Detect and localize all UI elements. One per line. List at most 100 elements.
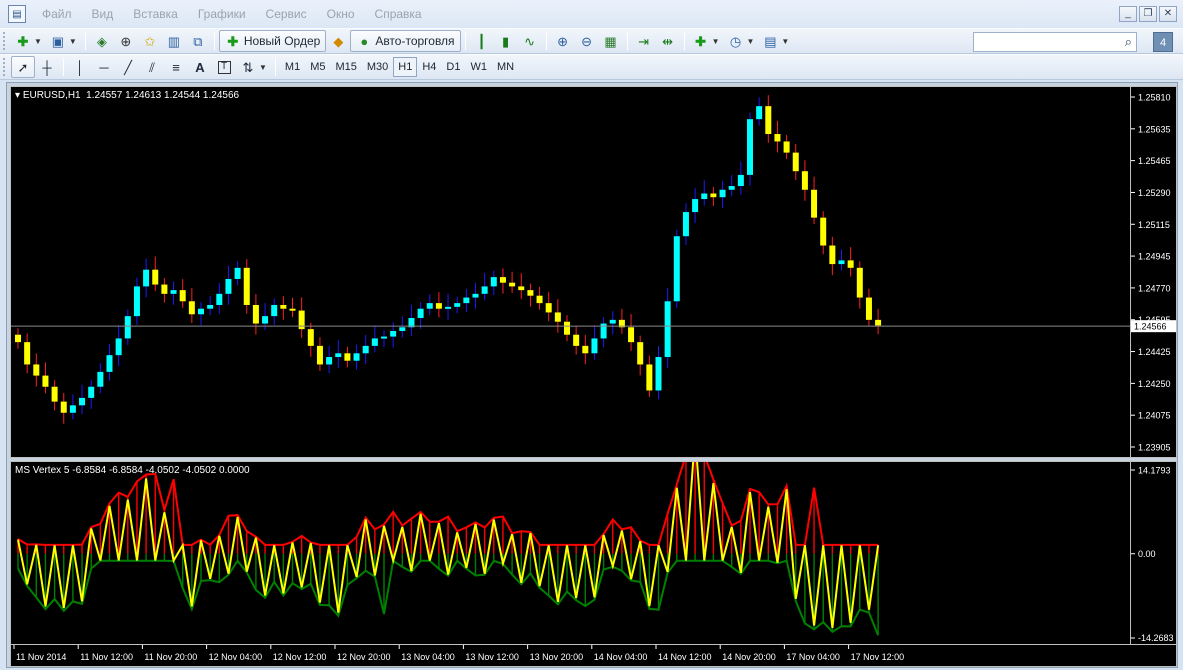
trendline-button[interactable]: ╱: [116, 56, 140, 78]
minimize-button[interactable]: _: [1119, 6, 1137, 22]
candle-body: [390, 331, 397, 337]
menu-help[interactable]: Справка: [365, 7, 432, 21]
candle-body: [15, 334, 21, 343]
symbol-info-label: ▾ EURUSD,H1 1.24557 1.24613 1.24544 1.24…: [15, 90, 240, 101]
timeframe-m5[interactable]: M5: [305, 57, 330, 77]
autotrading-button[interactable]: ● Авто-торговля: [350, 30, 461, 52]
drawing-toolbar: ➚ ┼ │ ─ ╱ ⫽ ≡ A T ⇅ ▼ M1 M5 M15 M30 H1 H4…: [0, 54, 1183, 80]
candle-body: [426, 303, 433, 309]
price-scale[interactable]: 1.25810 1.25635 1.25465 1.25290 1.25115 1.249…: [1131, 86, 1177, 458]
navigator-button[interactable]: ✩: [138, 30, 162, 52]
candle-body: [756, 106, 763, 120]
timeframe-h1[interactable]: H1: [393, 57, 418, 77]
candle-body: [435, 303, 442, 309]
price-tick-label: 1.24945: [1138, 252, 1171, 262]
menu-window[interactable]: Окно: [317, 7, 365, 21]
candle-body: [783, 141, 790, 153]
timeframe-h4[interactable]: H4: [417, 57, 441, 77]
toolbar-grip[interactable]: [3, 32, 7, 50]
restore-button[interactable]: ❐: [1139, 6, 1157, 22]
text-label-button[interactable]: T: [212, 56, 236, 78]
indicator-chart[interactable]: [11, 425, 1130, 644]
timeframe-mn[interactable]: MN: [492, 57, 519, 77]
periods-button[interactable]: ◷ ▼: [723, 30, 758, 52]
channel-icon: ⫽: [149, 59, 155, 75]
candle-body: [188, 301, 195, 315]
time-tick-label: 11 Nov 2014: [16, 652, 66, 662]
search-icon: ⌕: [1124, 34, 1132, 49]
indicator-scale[interactable]: 14.1793 0.00 -14.2683: [1131, 461, 1177, 645]
text-tool-button[interactable]: A: [188, 56, 212, 78]
autotrading-icon: ●: [360, 33, 369, 49]
menu-tools[interactable]: Сервис: [256, 7, 317, 21]
terminal-button[interactable]: ▥: [162, 30, 186, 52]
chart-shift-icon: ⇹: [662, 33, 674, 49]
zoom-in-button[interactable]: ⊕: [551, 30, 575, 52]
close-button[interactable]: ✕: [1159, 6, 1177, 22]
line-chart-button[interactable]: ∿: [518, 30, 542, 52]
candle-body: [252, 304, 259, 324]
cursor-icon: ➚: [17, 59, 29, 75]
price-chart-pane[interactable]: ▾ EURUSD,H1 1.24557 1.24613 1.24544 1.24…: [10, 86, 1131, 458]
templates-button[interactable]: ▤ ▼: [758, 30, 793, 52]
indicators-button[interactable]: ✚ ▼: [689, 30, 724, 52]
menu-view[interactable]: Вид: [82, 7, 124, 21]
time-tick-label: 12 Nov 04:00: [209, 652, 263, 662]
chart-shift-button[interactable]: ⇹: [656, 30, 680, 52]
candle-body: [554, 312, 561, 322]
data-window-button[interactable]: ⊕: [114, 30, 138, 52]
candle-body: [170, 290, 177, 294]
menu-insert[interactable]: Вставка: [123, 7, 188, 21]
strategy-tester-button[interactable]: ⧉: [186, 30, 210, 52]
candle-body: [143, 269, 150, 287]
zoom-out-button[interactable]: ⊖: [575, 30, 599, 52]
tile-windows-button[interactable]: ▦: [599, 30, 623, 52]
timeframe-m30[interactable]: M30: [362, 57, 393, 77]
timeframe-d1[interactable]: D1: [441, 57, 465, 77]
menu-charts[interactable]: Графики: [188, 7, 256, 21]
candle-body: [216, 293, 223, 305]
indicator-scale-svg: 14.1793 0.00 -14.2683: [1131, 466, 1174, 643]
candle-body: [353, 353, 360, 361]
timeframe-m15[interactable]: M15: [330, 57, 361, 77]
candle-body: [499, 277, 506, 283]
candle-body: [344, 353, 351, 361]
equidistant-channel-button[interactable]: ⫽: [140, 56, 164, 78]
vertical-line-button[interactable]: │: [68, 56, 92, 78]
toolbar-grip[interactable]: [3, 58, 7, 76]
app-icon[interactable]: ▤: [8, 5, 26, 23]
profiles-button[interactable]: ▣ ▼: [46, 30, 81, 52]
market-watch-button[interactable]: ◈: [90, 30, 114, 52]
indicator-pane[interactable]: MS Vertex 5 -6.8584 -6.8584 -4.0502 -4.0…: [10, 425, 1131, 645]
price-tick-label: 1.24075: [1138, 411, 1171, 421]
bar-chart-button[interactable]: ┃: [470, 30, 494, 52]
notification-badge[interactable]: 4: [1153, 32, 1173, 52]
horizontal-line-button[interactable]: ─: [92, 56, 116, 78]
candlestick-button[interactable]: ▮: [494, 30, 518, 52]
timeframe-m1[interactable]: M1: [280, 57, 305, 77]
current-price-label: 1.24566: [1134, 322, 1167, 332]
arrows-icon: ⇅: [242, 59, 254, 75]
new-chart-button[interactable]: ✚ ▼: [11, 30, 46, 52]
chart-autoscroll-button[interactable]: ⇥: [632, 30, 656, 52]
candle-body: [24, 342, 31, 365]
time-axis[interactable]: 11 Nov 2014 11 Nov 12:00 11 Nov 20:00 12 No…: [10, 645, 1177, 667]
new-order-button[interactable]: ✚ Новый Ордер: [218, 30, 327, 52]
candle-body: [51, 386, 58, 402]
price-chart[interactable]: [11, 87, 1130, 457]
candle-body: [527, 290, 534, 296]
candle-body: [234, 267, 241, 279]
crosshair-target-icon: ⊕: [120, 33, 132, 49]
arrows-button[interactable]: ⇅ ▼: [236, 56, 271, 78]
metaeditor-button[interactable]: ◆: [326, 30, 350, 52]
time-tick-label: 13 Nov 04:00: [401, 652, 455, 662]
timeframe-w1[interactable]: W1: [465, 57, 492, 77]
horizontal-line-icon: ─: [99, 59, 109, 75]
menu-file[interactable]: Файл: [32, 7, 82, 21]
time-tick-label: 14 Nov 20:00: [722, 652, 776, 662]
candle-body: [682, 212, 689, 237]
cursor-tool-button[interactable]: ➚: [11, 56, 35, 78]
crosshair-tool-button[interactable]: ┼: [35, 56, 59, 78]
search-input[interactable]: ⌕: [973, 32, 1137, 52]
fibonacci-button[interactable]: ≡: [164, 56, 188, 78]
